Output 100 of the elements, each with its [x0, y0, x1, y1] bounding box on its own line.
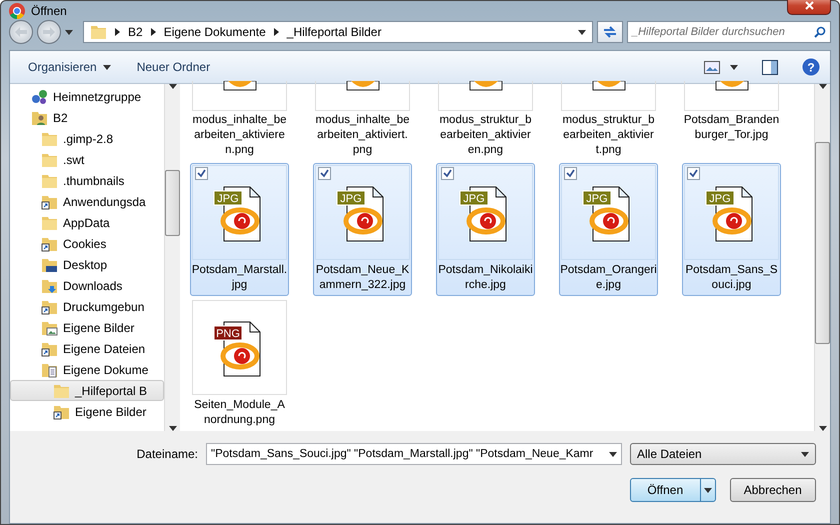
tree-item[interactable]: Anwendungsda [10, 191, 164, 212]
caret-icon [102, 64, 111, 70]
folder-icon [41, 214, 58, 230]
search-icon [814, 26, 826, 38]
tree-item[interactable]: Eigene Dokume [10, 359, 164, 380]
scrollbar-thumb[interactable] [815, 142, 830, 344]
sidebar-scrollbar[interactable] [164, 84, 180, 431]
file-item[interactable]: modus_inhalte_bearbeiten_aktivieren.png [190, 80, 289, 161]
file-type-label: JPG [216, 192, 238, 204]
address-caret-icon [578, 30, 586, 34]
tree-item[interactable]: Desktop [10, 254, 164, 275]
folder-shortcut-icon [41, 194, 58, 210]
toolbar-button[interactable]: Neuer Ordner [128, 56, 218, 78]
tree-item[interactable]: Eigene Bilder [10, 317, 164, 338]
download-folder-icon [41, 278, 58, 294]
forward-arrow-icon [43, 27, 55, 37]
tree-item[interactable]: Heimnetzgruppe [10, 86, 164, 107]
documents-folder-icon [41, 362, 58, 378]
checkbox[interactable] [195, 167, 208, 180]
preview-pane-icon[interactable] [762, 60, 778, 74]
view-mode-icon[interactable] [704, 60, 720, 74]
tree-item[interactable]: B2 [10, 107, 164, 128]
file-name: Potsdam_Marstall.jpg [191, 263, 288, 293]
open-button[interactable]: Öffnen [630, 478, 716, 502]
breadcrumb-segment[interactable]: _Hilfeportal Bilder [286, 25, 382, 39]
file-name: modus_struktur_bearbeiten_aktivieren.png [438, 113, 533, 158]
forward-button[interactable] [37, 20, 61, 44]
file-item[interactable]: JPG Potsdam_Sans_Souci.jpg [682, 163, 781, 296]
caret-icon [704, 488, 712, 492]
file-item[interactable]: modus_struktur_bearbeiten_aktivieren.png [436, 80, 535, 161]
folder-shortcut-icon [53, 404, 70, 420]
filename-field[interactable]: "Potsdam_Sans_Souci.jpg" "Potsdam_Marstall.jpg" "Potsdam_Neue_Kamr [206, 443, 622, 465]
scroll-down-icon [818, 426, 826, 431]
network-icon [31, 88, 48, 104]
checkbox[interactable] [564, 167, 577, 180]
folder-icon [41, 152, 58, 168]
file-name: Potsdam_Orangerie.jpg [560, 263, 657, 293]
desktop-folder-icon [41, 256, 58, 272]
chevron-icon [150, 28, 156, 36]
file-name: Potsdam_Brandenburger_Tor.jpg [683, 113, 780, 143]
checkbox[interactable] [318, 167, 331, 180]
back-arrow-icon [15, 27, 27, 37]
file-item[interactable]: JPG Potsdam_Nikolaikirche.jpg [436, 163, 535, 296]
address-bar[interactable]: B2 Eigene Dokumente _Hilfeportal Bilder [83, 21, 593, 43]
search-field[interactable]: _Hilfeportal Bilder durchsuchen [627, 21, 831, 43]
caret-icon [609, 452, 617, 456]
close-icon [804, 1, 814, 10]
file-item[interactable]: Potsdam_Brandenburger_Tor.jpg [682, 80, 781, 161]
chevron-icon [274, 28, 279, 36]
user-folder-icon [31, 110, 48, 126]
file-item[interactable]: modus_inhalte_bearbeiten_aktiviert.png [313, 80, 412, 161]
folder-shortcut-icon [41, 340, 58, 356]
folder-shortcut-icon [41, 298, 58, 314]
tree-item[interactable]: Eigene Dateien [10, 338, 164, 359]
breadcrumb-segment[interactable]: B2 [128, 25, 143, 39]
scroll-down-icon [168, 426, 176, 431]
tree-item[interactable]: _Hilfeportal B [10, 380, 164, 401]
history-caret-icon [65, 30, 73, 34]
file-type-label: JPG [586, 192, 608, 204]
folder-shortcut-icon [41, 236, 58, 252]
tree-item[interactable]: .swt [10, 149, 164, 170]
breadcrumb-segment[interactable]: Eigene Dokumente [164, 25, 266, 39]
caret-icon [801, 452, 809, 456]
refresh-button[interactable] [597, 21, 623, 43]
file-type-dropdown[interactable]: Alle Dateien [630, 443, 816, 465]
file-type-label: JPG [462, 192, 484, 204]
cancel-button[interactable]: Abbrechen [730, 478, 816, 502]
tree-item[interactable]: Cookies [10, 233, 164, 254]
tree-item[interactable]: .gimp-2.8 [10, 128, 164, 149]
folder-icon [53, 382, 70, 398]
file-item[interactable]: JPG Potsdam_Neue_Kammern_322.jpg [313, 163, 412, 296]
folder-icon [41, 172, 58, 188]
tree-item[interactable]: .thumbnails [10, 170, 164, 191]
refresh-arrows-icon [602, 25, 618, 39]
folder-icon [90, 24, 107, 40]
round-logo-icon [9, 2, 25, 18]
help-icon[interactable]: ? [802, 58, 820, 76]
checkbox[interactable] [687, 167, 700, 180]
view-caret-icon [730, 64, 738, 70]
file-type-label: JPG [340, 192, 362, 204]
tree-item[interactable]: AppData [10, 212, 164, 233]
file-item[interactable]: JPG Potsdam_Marstall.jpg [190, 163, 289, 296]
file-name: Potsdam_Neue_Kammern_322.jpg [314, 263, 410, 293]
file-type-label: JPG [708, 192, 730, 204]
window-title: Öffnen [31, 4, 68, 18]
tree-item[interactable]: Eigene Bilder [10, 401, 164, 422]
file-item[interactable]: JPG Potsdam_Orangerie.jpg [559, 163, 658, 296]
tree-item[interactable]: Druckumgebun [10, 296, 164, 317]
tree-item[interactable]: Downloads [10, 275, 164, 296]
file-list-scrollbar[interactable] [814, 84, 830, 431]
back-button[interactable] [9, 20, 33, 44]
close-button[interactable] [787, 0, 831, 15]
checkbox[interactable] [441, 167, 454, 180]
toolbar-button[interactable]: Organisieren [20, 56, 119, 78]
scrollbar-thumb[interactable] [165, 170, 180, 236]
file-name: modus_inhalte_bearbeiten_aktivieren.png [192, 113, 288, 158]
file-name: Potsdam_Nikolaikirche.jpg [437, 263, 534, 293]
file-name: Seiten_Module_Anordnung.png [193, 398, 286, 428]
file-type-label: PNG [216, 328, 240, 340]
file-item[interactable]: modus_struktur_bearbeiten_aktiviert.png [559, 80, 658, 161]
